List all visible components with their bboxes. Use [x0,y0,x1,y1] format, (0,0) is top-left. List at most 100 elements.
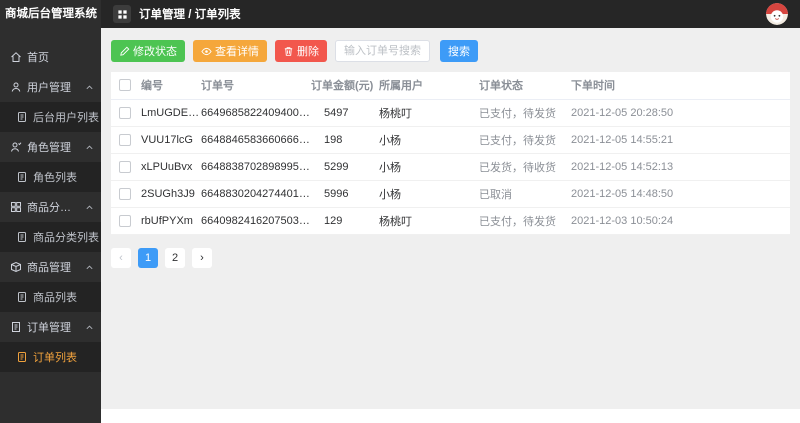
table-cell: 小杨 [379,180,479,208]
sidebar-subitem[interactable]: 商品列表 [0,282,101,312]
sidebar-item[interactable]: 商品分类管理 [0,192,101,222]
sidebar-menu: 首页用户管理后台用户列表角色管理角色列表商品分类管理商品分类列表商品管理商品列表… [0,28,101,423]
sidebar-item-label: 首页 [27,52,49,64]
sidebar-item[interactable]: 角色管理 [0,132,101,162]
sidebar-item-label: 商品分类管理 [27,202,80,214]
table-cell: 已支付，待发货 [479,126,571,154]
sidebar-item[interactable]: 用户管理 [0,72,101,102]
chevron-up-icon [85,263,94,272]
sidebar-item[interactable]: 订单管理 [0,312,101,342]
table-cell: 2021-12-05 14:48:50 [571,180,790,208]
table-cell: 664884658366066688 [201,126,311,154]
edit-status-button[interactable]: 修改状态 [111,40,185,62]
table-cell: 2SUGh3J9 [141,180,201,208]
breadcrumb: 订单管理 / 订单列表 [139,9,241,21]
sidebar-item-label: 角色管理 [27,142,71,154]
table-cell: 2021-12-03 10:50:24 [571,207,790,235]
sidebar-subitem[interactable]: 角色列表 [0,162,101,192]
app-title: 商城后台管理系统 [5,8,97,20]
table-row[interactable]: VUU17lcG 664884658366066688 198 小杨 已支付，待发货 20… [111,126,790,154]
sidebar-item-label: 订单管理 [27,322,71,334]
column-header: 订单金额(元) [311,72,379,100]
sidebar-item[interactable]: 商品管理 [0,252,101,282]
table-cell: 664098241620750336 [201,207,311,235]
table-cell: 已支付，待发货 [479,207,571,235]
sidebar: 商城后台管理系统 首页用户管理后台用户列表角色管理角色列表商品分类管理商品分类列… [0,0,101,423]
search-input[interactable] [335,40,430,62]
search-button[interactable]: 搜索 [440,40,478,62]
table-cell: 664968582240940032 [201,99,311,127]
table-cell: xLPUuBvx [141,153,201,181]
pagination-prev-button[interactable]: ‹ [111,247,131,268]
sidebar-subitem[interactable]: 商品分类列表 [0,222,101,252]
goods-icon [10,261,22,273]
topbar: 订单管理 / 订单列表 [101,0,800,28]
table-row[interactable]: xLPUuBvx 664883870289899520 5299 小杨 已发货，待收货 2… [111,153,790,181]
sidebar-subitem-label: 角色列表 [33,172,77,184]
table-cell: 198 [311,126,379,154]
doc-icon [16,291,28,303]
row-checkbox[interactable] [119,214,131,227]
chevron-up-icon [85,83,94,92]
table-row[interactable]: LmUGDEbE 664968582240940032 5497 杨桃叮 已支付，待发货… [111,99,790,127]
button-label: 删除 [297,46,319,58]
row-checkbox[interactable] [119,106,131,119]
menu-toggle-button[interactable] [113,5,131,23]
main-area: 订单管理 / 订单列表 修改状态 查看详情 删除 搜索 [101,0,800,423]
home-icon [10,51,22,63]
eye-icon [201,46,212,57]
table-cell: rbUfPYXm [141,207,201,235]
orders-table: 编号 订单号 订单金额(元) 所属用户 订单状态 下单时间 LmUGDEbE 6649685… [111,72,790,235]
table-cell: VUU17lcG [141,126,201,154]
sidebar-item[interactable]: 首页 [0,42,101,72]
sidebar-subitem-label: 商品分类列表 [33,232,99,244]
doc-icon [16,231,28,243]
table-cell: 已取消 [479,180,571,208]
table-row[interactable]: 2SUGh3J9 664883020427440128 5996 小杨 已取消 2021-… [111,180,790,208]
table-cell: 2021-12-05 20:28:50 [571,99,790,127]
column-header: 下单时间 [571,72,790,100]
pagination-page-button[interactable]: 2 [165,247,185,268]
sidebar-subitem-label: 订单列表 [33,352,77,364]
sidebar-subitem[interactable]: 后台用户列表 [0,102,101,132]
doc-icon [16,111,28,123]
doc-icon [16,171,28,183]
row-checkbox[interactable] [119,160,131,173]
button-label: 查看详情 [215,46,259,58]
column-header: 订单号 [201,72,311,100]
sidebar-subitem-label: 商品列表 [33,292,77,304]
row-checkbox[interactable] [119,133,131,146]
table-row[interactable]: rbUfPYXm 664098241620750336 129 杨桃叮 已支付，待发货 2… [111,207,790,235]
delete-icon [283,46,294,57]
sidebar-item-label: 商品管理 [27,262,71,274]
app-window: 商城后台管理系统 首页用户管理后台用户列表角色管理角色列表商品分类管理商品分类列… [0,0,800,423]
order-icon [10,321,22,333]
role-icon [10,141,22,153]
sidebar-subitem[interactable]: 订单列表 [0,342,101,372]
category-icon [10,201,22,213]
pagination-page-button[interactable]: 1 [138,247,158,268]
column-header: 编号 [141,72,201,100]
table-cell: 5299 [311,153,379,181]
table-body: LmUGDEbE 664968582240940032 5497 杨桃叮 已支付，待发货… [111,99,790,235]
doc-icon [16,351,28,363]
sidebar-item-label: 用户管理 [27,82,71,94]
delete-button[interactable]: 删除 [275,40,327,62]
table-cell: 664883870289899520 [201,153,311,181]
table-cell: LmUGDEbE [141,99,201,127]
table-cell: 5497 [311,99,379,127]
row-checkbox[interactable] [119,187,131,200]
pagination-next-button[interactable]: › [192,247,212,268]
avatar[interactable] [766,3,788,25]
footer [101,409,800,423]
table-cell: 杨桃叮 [379,207,479,235]
table-cell: 2021-12-05 14:55:21 [571,126,790,154]
table-cell: 5996 [311,180,379,208]
toolbar: 修改状态 查看详情 删除 搜索 [111,40,790,62]
select-all-checkbox[interactable] [119,79,131,92]
table-cell: 小杨 [379,153,479,181]
table-cell: 已发货，待收货 [479,153,571,181]
view-detail-button[interactable]: 查看详情 [193,40,267,62]
pagination: ‹ 1 2 › [111,247,790,268]
column-header: 所属用户 [379,72,479,100]
